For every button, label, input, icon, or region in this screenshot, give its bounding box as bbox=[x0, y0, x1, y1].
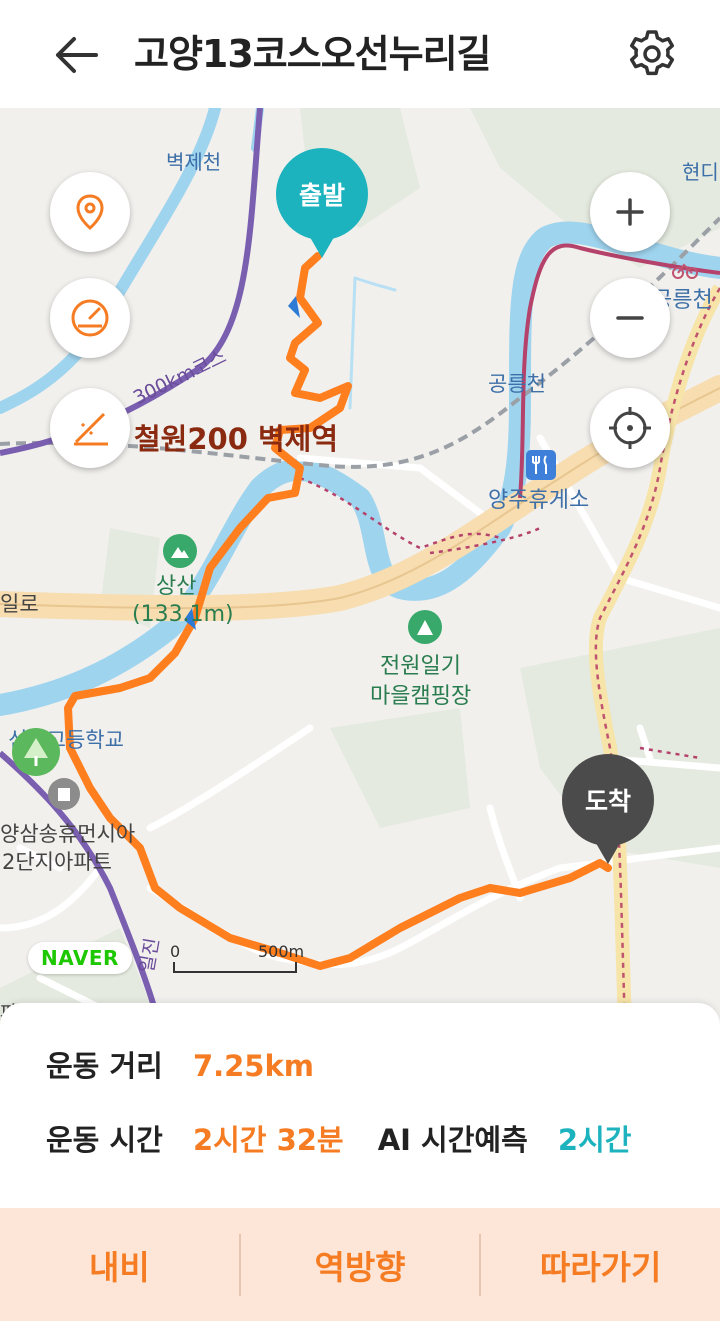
action-bar: 내비 역방향 따라가기 bbox=[0, 1208, 720, 1321]
ai-time-label: AI 시간예측 bbox=[377, 1123, 528, 1157]
time-label: 운동 시간 bbox=[46, 1123, 163, 1157]
time-value: 2시간 32분 bbox=[192, 1123, 344, 1157]
scale-distance: 500m bbox=[258, 942, 305, 961]
start-pin[interactable]: 출발 bbox=[276, 148, 368, 258]
page-title: 고양13코스오선누리길 bbox=[134, 32, 492, 76]
restaurant-icon bbox=[526, 450, 556, 480]
header: 고양13코스오선누리길 bbox=[0, 0, 720, 108]
map-label-river: 벽제천 bbox=[166, 150, 222, 174]
map-label-mountain: 상산 bbox=[156, 574, 197, 599]
follow-button[interactable]: 따라가기 bbox=[481, 1208, 720, 1321]
elevation-icon[interactable] bbox=[50, 388, 130, 468]
map-label-river: 공릉천 bbox=[488, 372, 546, 396]
back-arrow-icon[interactable] bbox=[50, 30, 106, 80]
bike-icon bbox=[672, 260, 698, 280]
end-pin[interactable]: 도착 bbox=[562, 754, 654, 864]
stats-panel: 운동 거리 7.25km 운동 시간 2시간 32분 AI 시간예측 2시간 bbox=[0, 1003, 720, 1208]
map-label-campsite: 마을캠핑장 bbox=[370, 684, 472, 709]
map-label-mountain-elev: (133.1m) bbox=[132, 602, 234, 627]
distance-label: 운동 거리 bbox=[46, 1049, 163, 1083]
navi-button[interactable]: 내비 bbox=[0, 1208, 239, 1321]
map-label-road: 일로 bbox=[0, 592, 39, 616]
map-label-apartment: 2단지아파트 bbox=[2, 850, 112, 874]
distance-value: 7.25km bbox=[192, 1049, 314, 1083]
ai-time-value: 2시간 bbox=[557, 1123, 632, 1157]
location-pin-icon[interactable] bbox=[50, 172, 130, 252]
distance-row: 운동 거리 7.25km bbox=[46, 1043, 314, 1085]
map-label-poi: 현디 bbox=[682, 160, 719, 184]
crosshair-icon[interactable] bbox=[590, 388, 670, 468]
scale-bar: 0 500m bbox=[170, 942, 304, 974]
map-label-campsite: 전원일기 bbox=[380, 654, 461, 679]
campsite-icon bbox=[408, 610, 442, 644]
zoom-out-icon[interactable] bbox=[590, 278, 670, 358]
school-icon bbox=[12, 728, 60, 776]
scale-zero: 0 bbox=[170, 942, 181, 961]
map-label-apartment: 양삼송휴먼시아 bbox=[0, 822, 136, 846]
naver-logo: NAVER bbox=[28, 942, 132, 974]
zoom-in-icon[interactable] bbox=[590, 172, 670, 252]
speedometer-icon[interactable] bbox=[50, 278, 130, 358]
reverse-button[interactable]: 역방향 bbox=[241, 1208, 480, 1321]
map-label-rest-area: 양주휴게소 bbox=[488, 488, 590, 513]
gear-icon[interactable] bbox=[624, 26, 680, 82]
map-label-station: 철원200 벽제역 bbox=[134, 422, 339, 456]
mountain-icon bbox=[163, 534, 197, 568]
building-icon bbox=[48, 778, 80, 810]
time-row: 운동 시간 2시간 32분 AI 시간예측 2시간 bbox=[46, 1117, 631, 1159]
map-view[interactable]: 벽제천 현디 공릉천 공릉천 300km코스 철원200 벽제역 양주휴게소 상… bbox=[0, 108, 720, 1028]
